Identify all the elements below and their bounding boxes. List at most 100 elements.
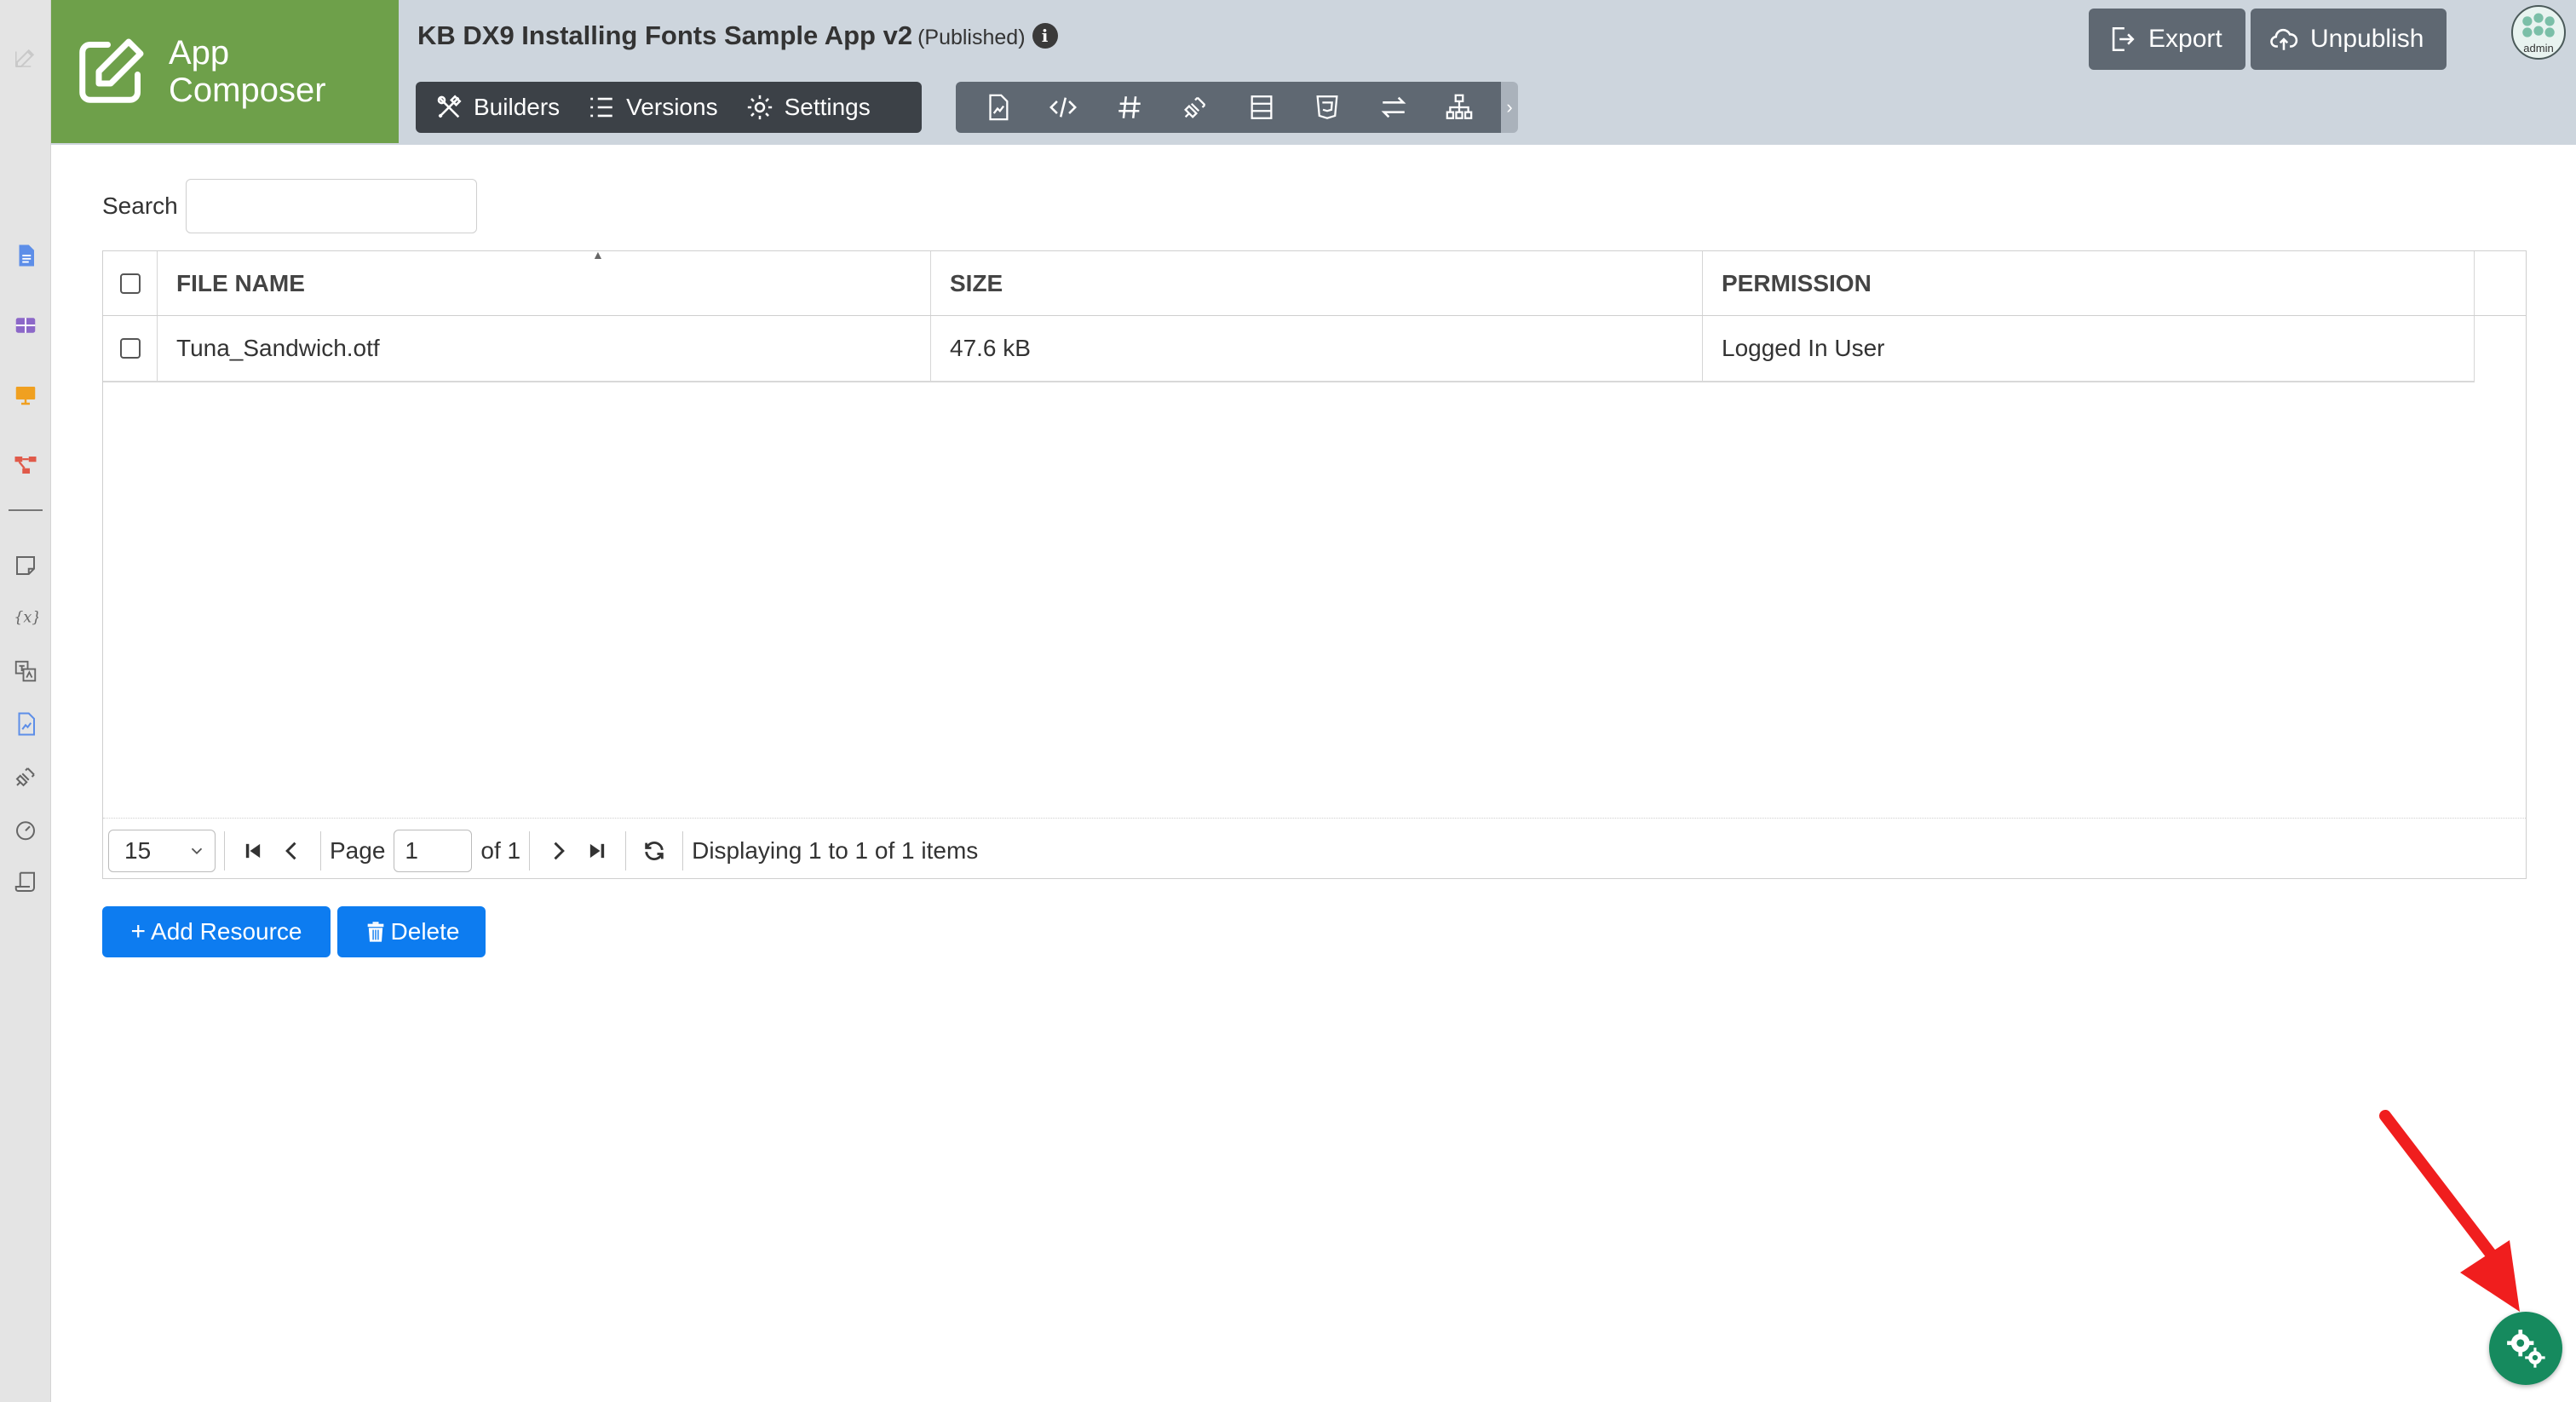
plus-icon: + (130, 917, 147, 945)
builders-button[interactable]: Builders (434, 93, 560, 122)
translate-icon[interactable] (10, 656, 41, 687)
css-icon[interactable] (1303, 82, 1353, 133)
chevron-down-icon (191, 848, 203, 855)
versions-button[interactable]: Versions (587, 93, 718, 122)
report-icon[interactable] (10, 709, 41, 739)
settings-button[interactable]: Settings (745, 93, 871, 122)
page-icon[interactable] (973, 82, 1022, 133)
trash-icon (367, 922, 383, 942)
last-page-icon[interactable] (583, 836, 612, 865)
select-all-cell (103, 251, 158, 315)
pager-divider (625, 831, 627, 871)
app-composer-brand[interactable]: App Composer (51, 0, 399, 143)
next-page-icon[interactable] (543, 836, 572, 865)
column-file-name[interactable]: ▲ FILE NAME (158, 248, 931, 315)
tool-bar (956, 82, 1501, 133)
page-label: Page (330, 837, 386, 864)
info-icon[interactable]: i (1032, 23, 1058, 49)
hash-icon[interactable] (1105, 82, 1154, 133)
pager-divider (682, 831, 684, 871)
search-label: Search (102, 192, 178, 219)
monitor-icon[interactable] (10, 380, 41, 411)
pager-divider (224, 831, 225, 871)
table-icon[interactable] (10, 310, 41, 341)
settings-label: Settings (784, 94, 871, 120)
sitemap-icon[interactable] (1435, 82, 1485, 133)
settings-fab-button[interactable] (2489, 1312, 2562, 1385)
rail-divider (9, 509, 43, 511)
column-spacer (2475, 251, 2526, 315)
export-icon (2112, 26, 2135, 52)
select-all-checkbox[interactable] (119, 273, 141, 294)
row-select-cell (103, 316, 158, 381)
avatar-label: admin (2523, 42, 2554, 55)
column-size[interactable]: SIZE (931, 251, 1703, 315)
left-rail: {x} (0, 0, 51, 1402)
plug-icon[interactable] (1171, 82, 1221, 133)
add-resource-label: Add Resource (151, 918, 302, 945)
form-icon[interactable] (1237, 82, 1286, 133)
pagination-bar: 15 Page 1 of 1 Displaying 1 to 1 of 1 it… (103, 824, 2526, 878)
gears-icon (2507, 1330, 2545, 1368)
size-cell: 47.6 kB (931, 316, 1703, 381)
brand-line-1: App (169, 34, 230, 72)
add-resource-button[interactable]: + Add Resource (102, 906, 331, 957)
app-title: KB DX9 Installing Fonts Sample App v2 (Pu… (417, 20, 1058, 51)
first-page-icon[interactable] (239, 836, 267, 865)
app-name: KB DX9 Installing Fonts Sample App v2 (417, 20, 913, 50)
page-size-value: 15 (124, 837, 152, 864)
pager-divider (320, 831, 321, 871)
brand-text: App Composer (169, 34, 326, 109)
delete-button[interactable]: Delete (337, 906, 486, 957)
builder-nav: Builders Versions Settings (416, 82, 922, 133)
delete-label: Delete (390, 918, 460, 945)
transfer-icon[interactable] (1369, 82, 1418, 133)
compose-logo-icon (79, 38, 144, 103)
column-label: SIZE (950, 269, 1003, 296)
publish-status: (Published) (917, 26, 1026, 49)
search-input[interactable] (186, 179, 477, 233)
column-label: PERMISSION (1722, 269, 1872, 296)
unpublish-button[interactable]: Unpublish (2251, 9, 2447, 70)
document-icon[interactable] (10, 240, 41, 271)
avatar[interactable]: admin (2511, 5, 2566, 60)
page-total-label: of 1 (480, 837, 521, 864)
page-number-input[interactable]: 1 (394, 830, 473, 872)
resource-grid: ▲ FILE NAME SIZE PERMISSION Tuna_Sandwic… (102, 248, 2527, 879)
note-icon[interactable] (10, 550, 41, 581)
grid-empty-area (103, 384, 2526, 819)
export-label: Export (2148, 25, 2222, 53)
plugin-icon[interactable] (10, 761, 41, 792)
brand-line-2: Composer (169, 72, 326, 109)
svg-text:{x}: {x} (14, 609, 38, 626)
versions-label: Versions (626, 94, 718, 120)
sort-indicator-icon: ▲ (592, 248, 604, 261)
file-name-cell: Tuna_Sandwich.otf (158, 316, 931, 381)
table-row[interactable]: Tuna_Sandwich.otf 47.6 kB Logged In User (103, 316, 2475, 382)
edit-icon[interactable] (10, 43, 41, 73)
code-icon[interactable] (1039, 82, 1089, 133)
column-permission[interactable]: PERMISSION (1703, 251, 2475, 315)
display-status: Displaying 1 to 1 of 1 items (692, 837, 979, 864)
export-button[interactable]: Export (2089, 9, 2245, 70)
variable-icon[interactable]: {x} (10, 601, 41, 632)
refresh-icon[interactable] (640, 836, 669, 865)
row-checkbox[interactable] (119, 338, 141, 359)
toolbar-scroll-right[interactable]: › (1501, 82, 1518, 133)
workflow-icon[interactable] (10, 450, 41, 480)
dashboard-icon[interactable] (10, 814, 41, 845)
pager-divider (529, 831, 531, 871)
grid-header: ▲ FILE NAME SIZE PERMISSION (103, 248, 2526, 316)
gear-icon (747, 95, 772, 120)
page-size-select[interactable]: 15 (108, 830, 216, 872)
cloud-upload-icon (2270, 28, 2298, 50)
scroll-icon[interactable] (10, 867, 41, 898)
list-icon (590, 97, 612, 118)
tools-icon (437, 95, 462, 118)
builders-label: Builders (474, 94, 561, 120)
annotation-arrow (2379, 1110, 2520, 1312)
permission-cell: Logged In User (1703, 316, 2475, 381)
column-label: FILE NAME (176, 269, 305, 296)
previous-page-icon[interactable] (278, 836, 307, 865)
unpublish-label: Unpublish (2310, 25, 2424, 53)
